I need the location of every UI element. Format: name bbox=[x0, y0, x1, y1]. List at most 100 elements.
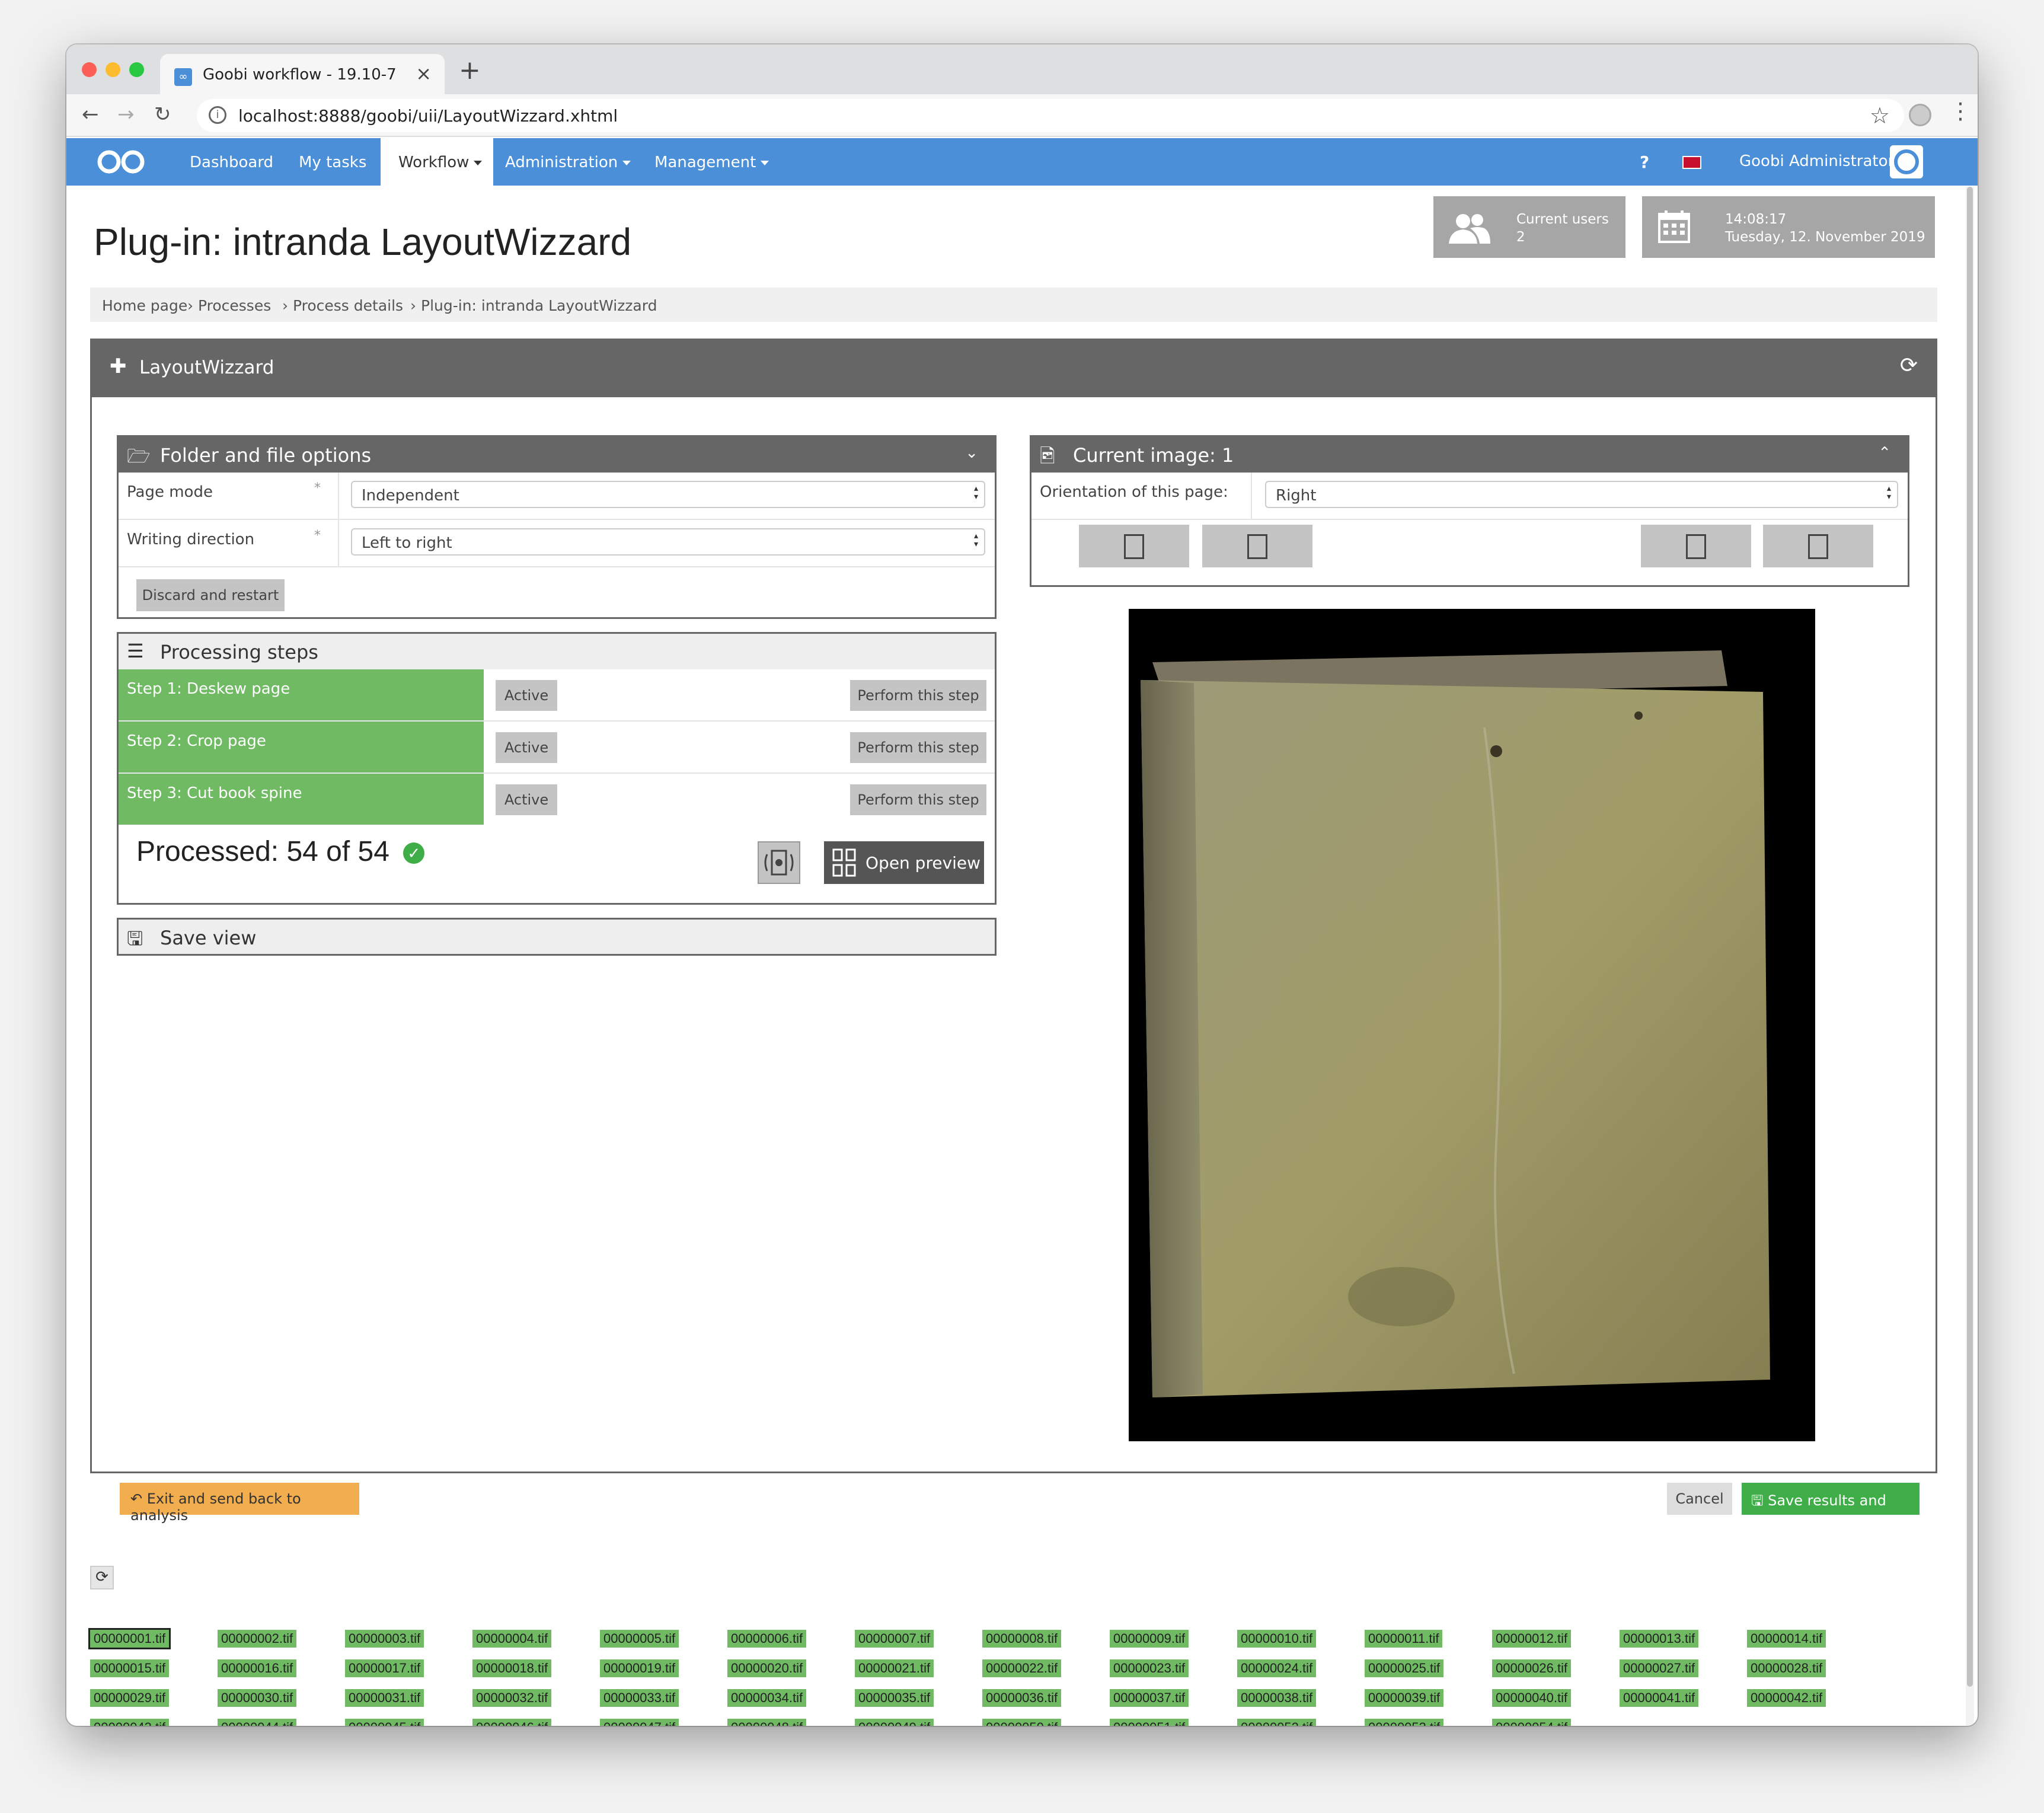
file-thumbnail-item[interactable]: 00000005.tif bbox=[600, 1630, 679, 1648]
file-thumbnail-item[interactable]: 00000042.tif bbox=[1747, 1689, 1826, 1707]
file-thumbnail-item[interactable]: 00000021.tif bbox=[855, 1659, 934, 1677]
file-thumbnail-item[interactable]: 00000047.tif bbox=[600, 1719, 679, 1726]
file-thumbnail-item[interactable]: 00000037.tif bbox=[1110, 1689, 1189, 1707]
user-name[interactable]: Goobi Administrator bbox=[1739, 152, 1894, 170]
file-thumbnail-item[interactable]: 00000033.tif bbox=[600, 1689, 679, 1707]
file-thumbnail-item[interactable]: 00000002.tif bbox=[218, 1630, 297, 1648]
step-status-badge[interactable]: Active bbox=[496, 784, 557, 815]
file-thumbnail-item[interactable]: 00000015.tif bbox=[90, 1659, 170, 1677]
file-thumbnail-item[interactable]: 00000030.tif bbox=[218, 1689, 297, 1707]
scrollbar-thumb[interactable] bbox=[1967, 187, 1973, 1687]
file-thumbnail-item[interactable]: 00000006.tif bbox=[727, 1630, 807, 1648]
page-right-button[interactable] bbox=[1202, 525, 1312, 567]
file-thumbnail-item[interactable]: 00000031.tif bbox=[345, 1689, 424, 1707]
chevron-down-icon[interactable]: ⌄ bbox=[965, 444, 978, 462]
perform-step-button[interactable]: Perform this step bbox=[850, 680, 986, 711]
file-thumbnail-item[interactable]: 00000036.tif bbox=[982, 1689, 1062, 1707]
file-thumbnail-item[interactable]: 00000050.tif bbox=[982, 1719, 1062, 1726]
file-thumbnail-item[interactable]: 00000043.tif bbox=[90, 1719, 170, 1726]
file-thumbnail-item[interactable]: 00000009.tif bbox=[1110, 1630, 1189, 1648]
browser-menu-icon[interactable]: ⋮ bbox=[1949, 98, 1972, 124]
open-preview-button[interactable]: Open preview bbox=[824, 841, 984, 884]
file-thumbnail-item[interactable]: 00000049.tif bbox=[855, 1719, 934, 1726]
nav-dashboard[interactable]: Dashboard bbox=[190, 154, 273, 171]
file-thumbnail-item[interactable]: 00000014.tif bbox=[1747, 1630, 1826, 1648]
close-window-button[interactable] bbox=[82, 62, 97, 77]
file-thumbnail-item[interactable]: 00000008.tif bbox=[982, 1630, 1062, 1648]
breadcrumb-home[interactable]: Home page bbox=[102, 297, 187, 314]
file-thumbnail-item[interactable]: 00000018.tif bbox=[472, 1659, 552, 1677]
file-thumbnail-item[interactable]: 00000045.tif bbox=[345, 1719, 424, 1726]
page-left-button[interactable] bbox=[1079, 525, 1189, 567]
discard-restart-button[interactable]: Discard and restart bbox=[136, 579, 285, 611]
file-thumbnail-item[interactable]: 00000038.tif bbox=[1237, 1689, 1317, 1707]
exit-send-back-button[interactable]: ↶ Exit and send back to analysis bbox=[120, 1483, 359, 1524]
forward-arrow-icon[interactable]: → bbox=[117, 103, 135, 126]
file-thumbnail-item[interactable]: 00000051.tif bbox=[1110, 1719, 1189, 1726]
reload-icon[interactable]: ↻ bbox=[154, 103, 171, 126]
file-thumbnail-item[interactable]: 00000052.tif bbox=[1237, 1719, 1317, 1726]
file-thumbnail-item[interactable]: 00000027.tif bbox=[1620, 1659, 1699, 1677]
info-icon[interactable]: i bbox=[209, 106, 226, 124]
refresh-icon[interactable]: ⟳ bbox=[1900, 353, 1918, 378]
maximize-window-button[interactable] bbox=[129, 62, 144, 77]
deskew-settings-button[interactable] bbox=[758, 841, 800, 884]
file-thumbnail-item[interactable]: 00000004.tif bbox=[472, 1630, 552, 1648]
file-thumbnail-item[interactable]: 00000003.tif bbox=[345, 1630, 424, 1648]
current-image-header[interactable]: 🖻 Current image: 1 ⌃ bbox=[1031, 437, 1908, 473]
file-thumbnail-item[interactable]: 00000013.tif bbox=[1620, 1630, 1699, 1648]
url-field[interactable]: i localhost:8888/goobi/uii/LayoutWizzard… bbox=[197, 99, 1904, 132]
file-thumbnail-item[interactable]: 00000010.tif bbox=[1237, 1630, 1317, 1648]
file-thumbnail-item[interactable]: 00000053.tif bbox=[1365, 1719, 1444, 1726]
save-results-button[interactable]: 🖫 Save results and exit bbox=[1742, 1483, 1920, 1531]
breadcrumb-process-details[interactable]: Process details bbox=[293, 297, 403, 314]
step-status-badge[interactable]: Active bbox=[496, 680, 557, 711]
file-thumbnail-item[interactable]: 00000011.tif bbox=[1365, 1630, 1443, 1648]
goobi-logo-icon[interactable] bbox=[92, 148, 149, 176]
rotate-left-button[interactable] bbox=[1641, 525, 1751, 567]
file-thumbnail-item[interactable]: 00000035.tif bbox=[855, 1689, 934, 1707]
file-thumbnail-item[interactable]: 00000046.tif bbox=[472, 1719, 552, 1726]
back-arrow-icon[interactable]: ← bbox=[82, 103, 99, 126]
chevron-up-icon[interactable]: ⌃ bbox=[1878, 444, 1891, 462]
orientation-select[interactable]: Right bbox=[1265, 481, 1898, 508]
file-thumbnail-item[interactable]: 00000048.tif bbox=[727, 1719, 807, 1726]
writing-direction-select[interactable]: Left to right bbox=[351, 528, 985, 556]
minimize-window-button[interactable] bbox=[106, 62, 120, 77]
nav-my-tasks[interactable]: My tasks bbox=[299, 154, 366, 171]
page-scrollbar[interactable] bbox=[1966, 187, 1974, 1726]
file-thumbnail-item[interactable]: 00000001.tif bbox=[88, 1628, 171, 1649]
page-mode-select[interactable]: Independent bbox=[351, 481, 985, 508]
save-view-panel[interactable]: 🖫 Save view bbox=[117, 918, 997, 956]
cancel-button[interactable]: Cancel bbox=[1667, 1483, 1732, 1515]
file-thumbnail-item[interactable]: 00000007.tif bbox=[855, 1630, 934, 1648]
file-thumbnail-item[interactable]: 00000040.tif bbox=[1492, 1689, 1572, 1707]
file-thumbnail-item[interactable]: 00000028.tif bbox=[1747, 1659, 1826, 1677]
file-thumbnail-item[interactable]: 00000026.tif bbox=[1492, 1659, 1572, 1677]
file-thumbnail-item[interactable]: 00000034.tif bbox=[727, 1689, 807, 1707]
nav-workflow[interactable]: Workflow bbox=[381, 138, 493, 186]
file-thumbnail-item[interactable]: 00000044.tif bbox=[218, 1719, 297, 1726]
nav-administration[interactable]: Administration bbox=[505, 154, 631, 171]
refresh-thumbnails-icon[interactable]: ⟳ bbox=[90, 1566, 114, 1589]
bookmark-star-icon[interactable]: ☆ bbox=[1870, 103, 1890, 129]
nav-management[interactable]: Management bbox=[654, 154, 769, 171]
file-thumbnail-item[interactable]: 00000017.tif bbox=[345, 1659, 424, 1677]
help-icon[interactable]: ? bbox=[1640, 152, 1649, 172]
file-thumbnail-item[interactable]: 00000023.tif bbox=[1110, 1659, 1189, 1677]
file-thumbnail-item[interactable]: 00000032.tif bbox=[472, 1689, 552, 1707]
perform-step-button[interactable]: Perform this step bbox=[850, 732, 986, 763]
file-thumbnail-item[interactable]: 00000024.tif bbox=[1237, 1659, 1317, 1677]
rotate-right-button[interactable] bbox=[1763, 525, 1873, 567]
close-tab-icon[interactable]: × bbox=[416, 62, 432, 85]
file-thumbnail-item[interactable]: 00000012.tif bbox=[1492, 1630, 1572, 1648]
profile-avatar-icon[interactable] bbox=[1909, 104, 1931, 126]
file-thumbnail-item[interactable]: 00000041.tif bbox=[1620, 1689, 1699, 1707]
new-tab-icon[interactable]: + bbox=[459, 55, 481, 85]
file-thumbnail-item[interactable]: 00000025.tif bbox=[1365, 1659, 1444, 1677]
folder-options-header[interactable]: 🗁 Folder and file options ⌄ bbox=[119, 437, 995, 473]
file-thumbnail-item[interactable]: 00000016.tif bbox=[218, 1659, 297, 1677]
language-flag-icon[interactable] bbox=[1682, 156, 1701, 169]
perform-step-button[interactable]: Perform this step bbox=[850, 784, 986, 815]
file-thumbnail-item[interactable]: 00000022.tif bbox=[982, 1659, 1062, 1677]
